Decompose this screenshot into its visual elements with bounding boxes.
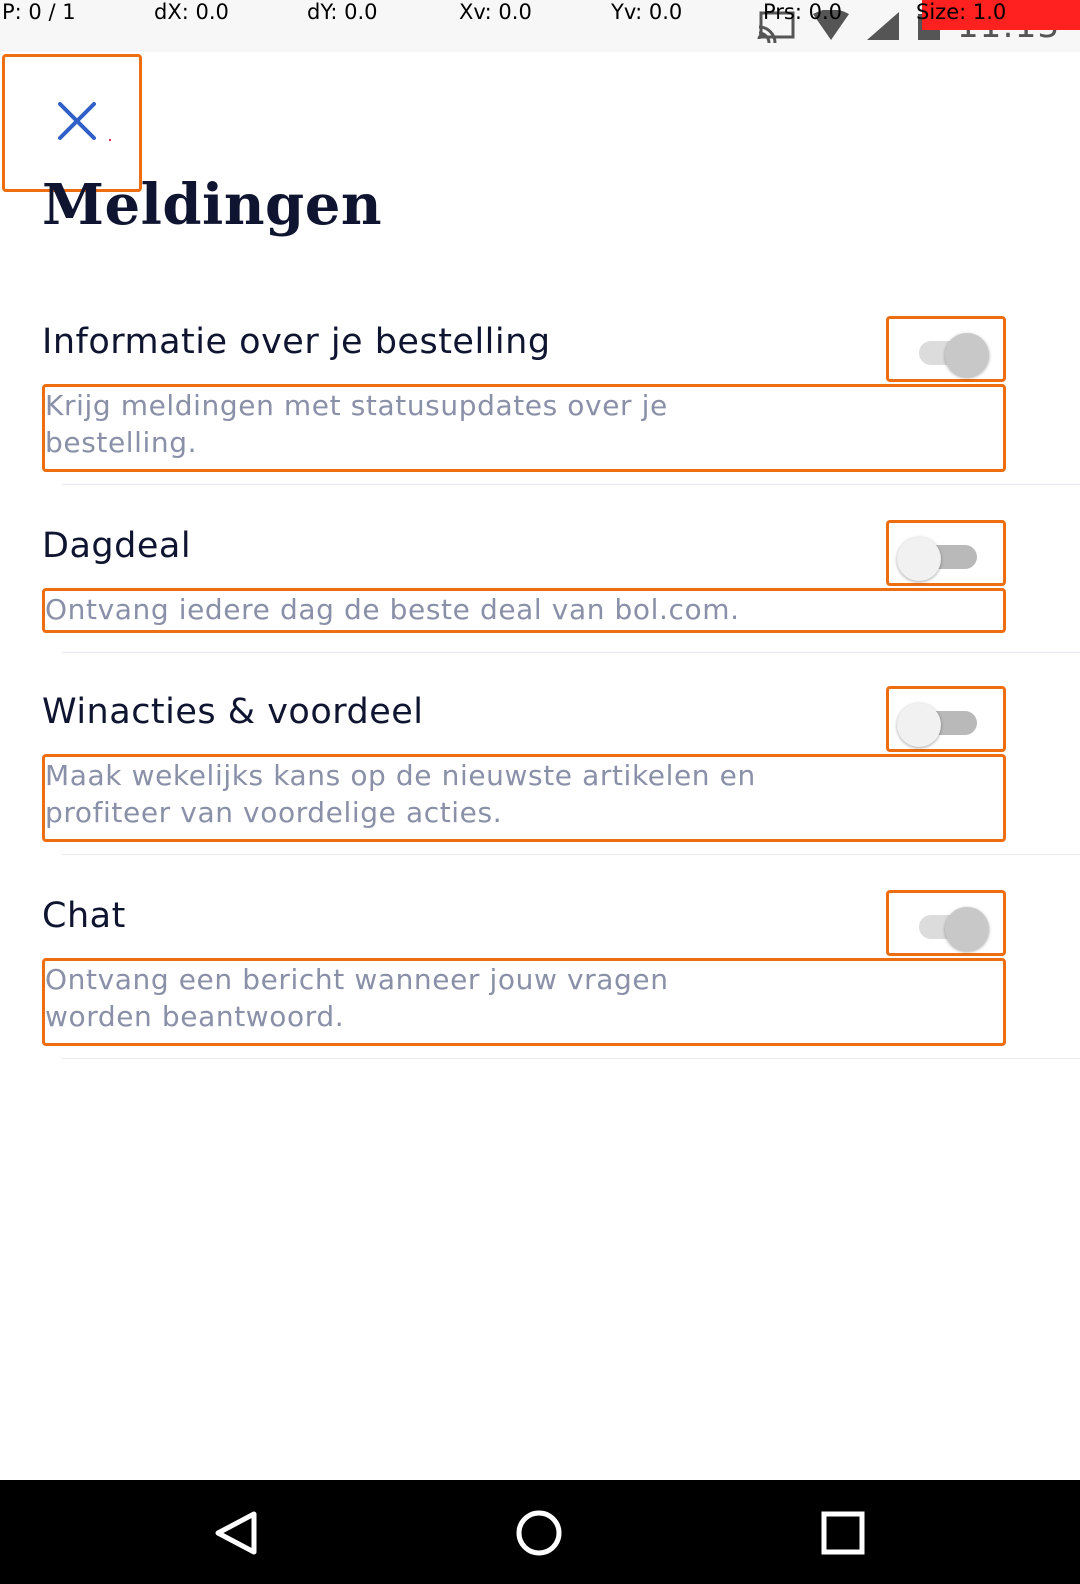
- setting-title: Chat: [42, 896, 126, 936]
- setting-title: Dagdeal: [42, 526, 192, 566]
- overlay-yv: Yv: 0.0: [611, 0, 683, 24]
- overlay-prs: Prs: 0.0: [763, 0, 843, 24]
- setting-description: Maak wekelijks kans op de nieuwste artik…: [42, 754, 1006, 842]
- chat-toggle[interactable]: [886, 890, 1006, 956]
- status-bar: 11:13 P: 0 / 1 dX: 0.0 dY: 0.0 Xv: 0.0 Y…: [0, 0, 1080, 52]
- page-title: Meldingen: [42, 172, 383, 238]
- recents-icon[interactable]: [820, 1510, 866, 1556]
- toggle-thumb: [897, 537, 941, 581]
- setting-description: Krijg meldingen met statusupdates over j…: [42, 384, 1006, 472]
- toggle-thumb: [897, 703, 941, 747]
- back-icon[interactable]: [212, 1510, 260, 1556]
- setting-description: Ontvang iedere dag de beste deal van bol…: [42, 588, 1006, 633]
- divider: [62, 1058, 1080, 1059]
- overlay-size: Size: 1.0: [916, 0, 1007, 24]
- divider: [62, 484, 1080, 485]
- dagdeal-toggle[interactable]: [886, 520, 1006, 586]
- close-icon: [58, 102, 96, 140]
- toggle-thumb: [945, 333, 989, 377]
- overlay-p: P: 0 / 1: [2, 0, 76, 24]
- setting-title: Informatie over je bestelling: [42, 322, 551, 362]
- home-icon[interactable]: [514, 1510, 564, 1556]
- overlay-dy: dY: 0.0: [307, 0, 378, 24]
- toggle-thumb: [945, 907, 989, 951]
- touch-dot: [109, 139, 111, 141]
- divider: [62, 854, 1080, 855]
- divider: [62, 652, 1080, 653]
- pointer-location-overlay: P: 0 / 1 dX: 0.0 dY: 0.0 Xv: 0.0 Yv: 0.0…: [0, 0, 1080, 26]
- navigation-bar: [0, 1480, 1080, 1584]
- setting-title: Winacties & voordeel: [42, 692, 424, 732]
- setting-description: Ontvang een bericht wanneer jouw vragen …: [42, 958, 1006, 1046]
- overlay-dx: dX: 0.0: [154, 0, 229, 24]
- overlay-xv: Xv: 0.0: [459, 0, 532, 24]
- winacties-toggle[interactable]: [886, 686, 1006, 752]
- order-info-toggle[interactable]: [886, 316, 1006, 382]
